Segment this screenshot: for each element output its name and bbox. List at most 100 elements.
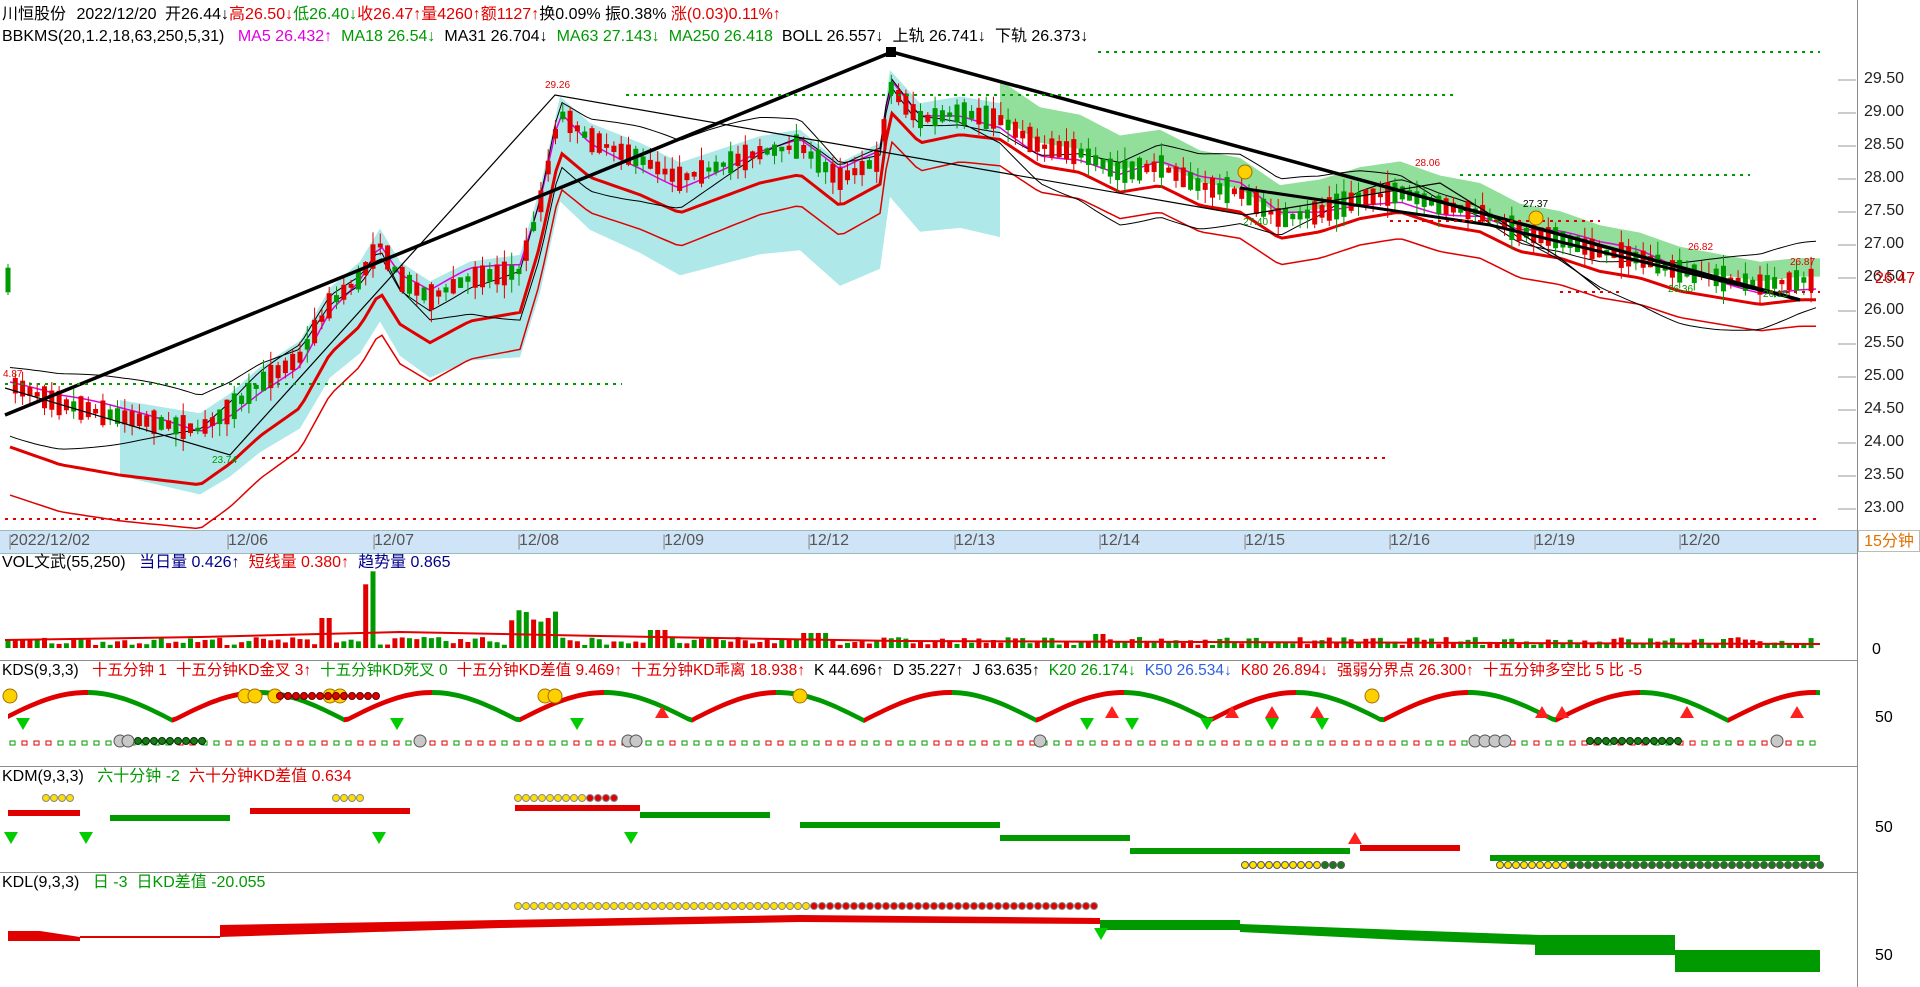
volume-bar bbox=[845, 642, 850, 648]
candle-body bbox=[1779, 279, 1785, 285]
green-dot-icon bbox=[1610, 737, 1618, 745]
green-dot-icon bbox=[1586, 737, 1594, 745]
volume-bar bbox=[983, 642, 989, 648]
kdl-dot-icon bbox=[1026, 902, 1034, 910]
quote-arrow: ↓ bbox=[349, 6, 358, 23]
last-price-label: 26.47 bbox=[1875, 270, 1916, 287]
kds-band-segment bbox=[1312, 691, 1316, 697]
kdl-dot-icon bbox=[842, 902, 850, 910]
volume-bar bbox=[93, 644, 99, 648]
candle-body bbox=[326, 293, 332, 319]
date-axis-bar[interactable]: | 2022/12/02 | 12/06 | 12/07 | 12/08 | 12/09 | 12/1… bbox=[0, 530, 1858, 554]
kds-band-segment bbox=[1452, 690, 1456, 697]
kds-band-segment bbox=[572, 693, 576, 700]
candle-body bbox=[1348, 192, 1354, 211]
candle-body bbox=[1334, 193, 1340, 220]
kdl-name[interactable]: KDL(9,3,3) bbox=[2, 874, 79, 891]
vol-header: VOL文武(55,250) 当日量 0.426↑ 短线量 0.380↑ 趋势量 0.… bbox=[2, 553, 451, 573]
candle-body bbox=[866, 160, 872, 169]
down-arrow-icon bbox=[1094, 928, 1108, 940]
green-dot-icon bbox=[1626, 737, 1634, 745]
kds-band-segment bbox=[148, 705, 152, 713]
volume-bar bbox=[115, 641, 120, 648]
volume-bar bbox=[742, 640, 748, 648]
candle-body bbox=[443, 287, 449, 293]
volume-bar bbox=[662, 630, 668, 648]
candle-body bbox=[1137, 157, 1142, 181]
main-item: MA31 26.704↓ bbox=[444, 28, 548, 45]
volume-bar bbox=[151, 639, 157, 648]
kds-band-segment bbox=[96, 690, 100, 696]
kdl-dot-icon bbox=[874, 902, 882, 910]
volume-bar bbox=[399, 637, 405, 648]
candle-body bbox=[1122, 160, 1128, 183]
candle-body bbox=[239, 395, 245, 405]
green-dot-icon bbox=[1666, 737, 1674, 745]
volume-bar bbox=[786, 639, 792, 648]
main-indicator-name[interactable]: BBKMS(20,1.2,18,63,250,5,31) bbox=[2, 28, 224, 45]
kds-band-segment bbox=[1236, 703, 1240, 711]
candle-body bbox=[618, 143, 624, 160]
kdm-dot-icon bbox=[1568, 861, 1576, 869]
candle-body bbox=[1290, 213, 1296, 220]
kdl-dot-icon bbox=[1018, 902, 1026, 910]
kdl-item: 日 -3 bbox=[92, 874, 128, 891]
chart-canvas[interactable]: 29.26 4.87 23.74 28.06 27.37 27.40 26.36 26.82 2… bbox=[0, 0, 1920, 987]
kds-small-box bbox=[1377, 740, 1384, 746]
kdm-dot-icon bbox=[594, 794, 602, 802]
kds-band-segment bbox=[204, 701, 208, 708]
kdm-dot-icon bbox=[610, 794, 618, 802]
kdm-dot-icon bbox=[1329, 861, 1337, 869]
kds-band-segment bbox=[1340, 698, 1344, 706]
kdl-dot-icon bbox=[770, 902, 778, 910]
kds-band-segment bbox=[1176, 701, 1180, 709]
volume-bar bbox=[1034, 642, 1040, 648]
kds-band-segment bbox=[1008, 704, 1012, 711]
volume-bar bbox=[136, 643, 142, 648]
kds-band-segment bbox=[52, 694, 56, 701]
vol-name[interactable]: VOL文武(55,250) bbox=[2, 554, 126, 571]
kds-band-segment bbox=[700, 711, 704, 719]
kds-small-box bbox=[1809, 740, 1816, 746]
candle-body bbox=[553, 129, 558, 139]
kdm-name[interactable]: KDM(9,3,3) bbox=[2, 768, 84, 785]
volume-bar bbox=[896, 637, 902, 648]
kds-band-segment bbox=[1580, 703, 1584, 711]
kdl-dot-icon bbox=[650, 902, 658, 910]
kds-band-segment bbox=[688, 716, 692, 723]
kds-band-segment bbox=[1416, 700, 1420, 707]
quote-item: 开26.44 bbox=[165, 6, 222, 23]
down-arrow-icon bbox=[390, 718, 404, 730]
kds-band-segment bbox=[908, 696, 912, 703]
kds-band-segment bbox=[948, 690, 952, 696]
kds-band-segment bbox=[144, 704, 148, 711]
red-dot-icon bbox=[372, 692, 380, 700]
kdm-dot-icon bbox=[1584, 861, 1592, 869]
kds-band-segment bbox=[1396, 709, 1400, 717]
kds-band-segment bbox=[580, 691, 584, 698]
kdm-dot-icon bbox=[570, 794, 578, 802]
kds-band-segment bbox=[208, 699, 212, 707]
kds-small-box bbox=[1401, 740, 1408, 746]
volume-bar bbox=[480, 637, 485, 648]
kds-band-segment bbox=[1260, 694, 1264, 701]
kds-band-segment bbox=[1772, 696, 1776, 703]
kds-name[interactable]: KDS(9,3,3) bbox=[2, 662, 79, 679]
kds-band-segment bbox=[192, 706, 196, 714]
candle-body bbox=[1005, 119, 1011, 131]
kds-band-segment bbox=[196, 704, 200, 712]
kds-band-segment bbox=[1644, 690, 1648, 696]
kdm-header: KDM(9,3,3) 六十分钟 -2 六十分钟KD差值 0.634 bbox=[2, 767, 352, 787]
kds-item: K 44.696↑ bbox=[814, 662, 884, 679]
kds-band-segment bbox=[1320, 692, 1324, 699]
kds-band-segment bbox=[1132, 690, 1136, 696]
kds-band-segment bbox=[160, 711, 164, 719]
kds-band-segment bbox=[1016, 707, 1020, 715]
kds-band-segment bbox=[860, 715, 864, 723]
period-selector[interactable]: 15分钟 bbox=[1858, 530, 1920, 552]
kdm-dot-icon bbox=[562, 794, 570, 802]
volume-bar bbox=[1071, 644, 1077, 648]
kds-band-segment bbox=[1180, 703, 1184, 711]
kds-band-segment bbox=[1316, 691, 1320, 698]
kds-band-segment bbox=[1296, 690, 1300, 696]
